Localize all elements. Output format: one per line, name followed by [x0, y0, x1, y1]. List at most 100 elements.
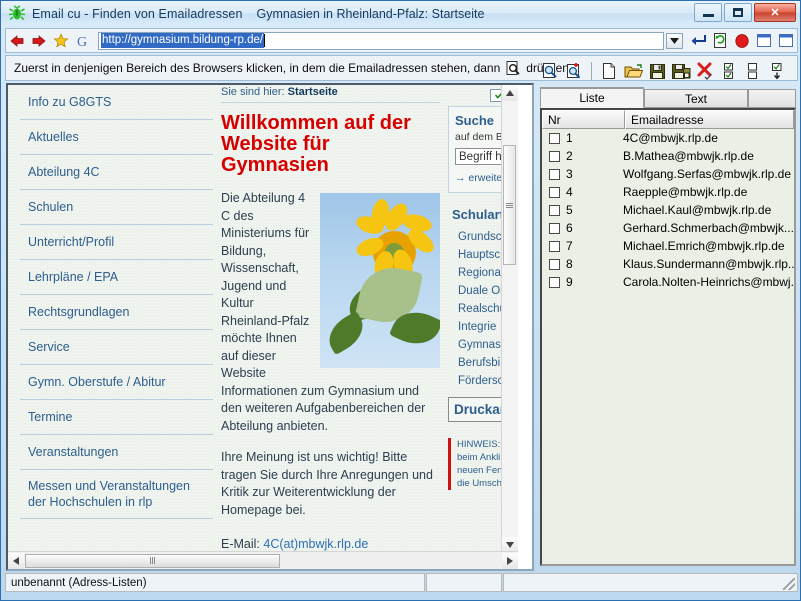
- status-bar: unbenannt (Adress-Listen): [5, 573, 798, 592]
- breadcrumb-current: Startseite: [288, 86, 338, 98]
- row-checkbox[interactable]: [549, 277, 560, 288]
- row-email: Wolfgang.Serfas@mbwjk.rlp.de: [623, 167, 794, 181]
- refresh-page-icon[interactable]: [709, 30, 731, 52]
- page-content: Sie sind hier: Startseite Willkommen auf…: [213, 85, 448, 553]
- breadcrumb: Sie sind hier: Startseite: [221, 85, 440, 98]
- save-as-icon[interactable]: [669, 59, 693, 83]
- table-row[interactable]: 5 Michael.Kaul@mbwjk.rlp.de: [542, 201, 794, 219]
- row-checkbox[interactable]: [549, 169, 560, 180]
- table-row[interactable]: 3 Wolfgang.Serfas@mbwjk.rlp.de: [542, 165, 794, 183]
- scroll-up-icon[interactable]: [502, 85, 518, 101]
- row-checkbox[interactable]: [549, 223, 560, 234]
- scroll-right-icon[interactable]: [502, 553, 518, 569]
- forward-arrow-icon[interactable]: [28, 30, 50, 52]
- close-icon: ✕: [770, 6, 779, 19]
- save-icon[interactable]: [645, 59, 669, 83]
- tab-liste[interactable]: Liste: [540, 87, 644, 108]
- back-arrow-icon[interactable]: [6, 30, 28, 52]
- nav-item-veranstaltungen[interactable]: Veranstaltungen: [20, 435, 213, 470]
- maximize-icon: [733, 8, 743, 17]
- list-header-row: Nr Emailadresse: [542, 110, 794, 129]
- row-number: 3: [566, 167, 623, 181]
- hscrollbar-thumb[interactable]: [25, 554, 280, 568]
- instruction-text: Zuerst in denjenigen Bereich des Browser…: [14, 61, 500, 75]
- table-row[interactable]: 7 Michael.Emrich@mbwjk.rlp.de: [542, 237, 794, 255]
- window-icon[interactable]: [753, 30, 775, 52]
- email-link[interactable]: 4C(at)mbwjk.rlp.de: [263, 537, 368, 552]
- page-vertical-scrollbar[interactable]: [501, 85, 518, 553]
- url-input[interactable]: http://gymnasium.bildung-rp.de/: [98, 32, 664, 50]
- nav-item-termine[interactable]: Termine: [20, 400, 213, 435]
- row-email: Carola.Nolten-Heinrichs@mbwj...: [623, 275, 794, 289]
- nav-item-unterricht-profil[interactable]: Unterricht/Profil: [20, 225, 213, 260]
- row-checkbox[interactable]: [549, 205, 560, 216]
- address-toolbar: G http://gymnasium.bildung-rp.de/: [5, 28, 798, 53]
- nav-item-aktuelles[interactable]: Aktuelles: [20, 120, 213, 155]
- web-page: Info zu G8GTS Aktuelles Abteilung 4C Sch…: [8, 85, 518, 553]
- text-caret: [264, 34, 265, 47]
- scrollbar-thumb[interactable]: [503, 145, 516, 265]
- magnifier-page-icon: [505, 60, 521, 76]
- sunflower-photo: [320, 193, 440, 368]
- row-email: B.Mathea@mbwjk.rlp.de: [623, 149, 794, 163]
- row-number: 6: [566, 221, 623, 235]
- delete-x-icon[interactable]: [693, 59, 717, 83]
- google-g-icon[interactable]: G: [72, 30, 94, 52]
- find-add-magnifier-icon[interactable]: [562, 59, 586, 83]
- row-checkbox[interactable]: [549, 241, 560, 252]
- nav-item-abteilung-4c[interactable]: Abteilung 4C: [20, 155, 213, 190]
- row-number: 2: [566, 149, 623, 163]
- row-checkbox[interactable]: [549, 151, 560, 162]
- row-checkbox[interactable]: [549, 133, 560, 144]
- deselect-all-checkboxes-icon[interactable]: [741, 59, 765, 83]
- nav-item-info-g8gts[interactable]: Info zu G8GTS: [20, 85, 213, 120]
- scroll-left-icon[interactable]: [8, 553, 24, 569]
- nav-item-gymn-oberstufe-abitur[interactable]: Gymn. Oberstufe / Abitur: [20, 365, 213, 400]
- select-all-checkboxes-icon[interactable]: [717, 59, 741, 83]
- page-horizontal-scrollbar[interactable]: [8, 551, 518, 569]
- breadcrumb-prefix: Sie sind hier:: [221, 86, 285, 98]
- row-email: Klaus.Sundermann@mbwjk.rlp...: [623, 257, 794, 271]
- nav-item-schulen[interactable]: Schulen: [20, 190, 213, 225]
- stop-circle-icon[interactable]: [731, 30, 753, 52]
- star-icon[interactable]: [50, 30, 72, 52]
- table-row[interactable]: 4 Raepple@mbwjk.rlp.de: [542, 183, 794, 201]
- nav-item-lehrplaene-epa[interactable]: Lehrpläne / EPA: [20, 260, 213, 295]
- tab-strip-filler: [748, 89, 796, 108]
- window-controls: ✕: [694, 3, 796, 22]
- new-file-icon[interactable]: [597, 59, 621, 83]
- row-number: 9: [566, 275, 623, 289]
- checkbox-export-icon[interactable]: [765, 59, 789, 83]
- enter-arrow-icon[interactable]: [687, 30, 709, 52]
- close-button[interactable]: ✕: [754, 3, 796, 22]
- chevron-down-icon[interactable]: [666, 33, 683, 49]
- find-magnifier-icon[interactable]: [538, 59, 562, 83]
- table-row[interactable]: 1 4C@mbwjk.rlp.de: [542, 129, 794, 147]
- panel-tabs: Liste Text: [540, 87, 796, 109]
- tab-text[interactable]: Text: [644, 89, 748, 108]
- table-row[interactable]: 9 Carola.Nolten-Heinrichs@mbwj...: [542, 273, 794, 291]
- svg-text:G: G: [77, 35, 87, 49]
- column-header-nr[interactable]: Nr: [542, 110, 625, 129]
- table-row[interactable]: 2 B.Mathea@mbwjk.rlp.de: [542, 147, 794, 165]
- row-checkbox[interactable]: [549, 187, 560, 198]
- address-list-panel: Liste Text Nr Emailadresse 1 4C@mbwjk.rl…: [538, 57, 796, 571]
- nav-item-messen-veranstaltungen[interactable]: Messen und Veranstaltungen der Hochschul…: [20, 470, 213, 519]
- grip-icon: [150, 557, 155, 564]
- hscrollbar-track[interactable]: [281, 553, 502, 569]
- open-folder-icon[interactable]: [621, 59, 645, 83]
- list-toolbar: [538, 57, 796, 85]
- email-list[interactable]: Nr Emailadresse 1 4C@mbwjk.rlp.de 2 B.Ma…: [540, 108, 796, 566]
- nav-item-service[interactable]: Service: [20, 330, 213, 365]
- minimize-button[interactable]: [694, 3, 722, 22]
- column-header-email[interactable]: Emailadresse: [625, 110, 794, 129]
- window-icon[interactable]: [775, 30, 797, 52]
- resize-grip-icon[interactable]: [783, 578, 795, 590]
- table-row[interactable]: 6 Gerhard.Schmerbach@mbwjk....: [542, 219, 794, 237]
- row-checkbox[interactable]: [549, 259, 560, 270]
- maximize-button[interactable]: [724, 3, 752, 22]
- nav-item-rechtsgrundlagen[interactable]: Rechtsgrundlagen: [20, 295, 213, 330]
- grip-icon: [506, 203, 513, 208]
- table-row[interactable]: 8 Klaus.Sundermann@mbwjk.rlp...: [542, 255, 794, 273]
- site-navigation: Info zu G8GTS Aktuelles Abteilung 4C Sch…: [8, 85, 213, 553]
